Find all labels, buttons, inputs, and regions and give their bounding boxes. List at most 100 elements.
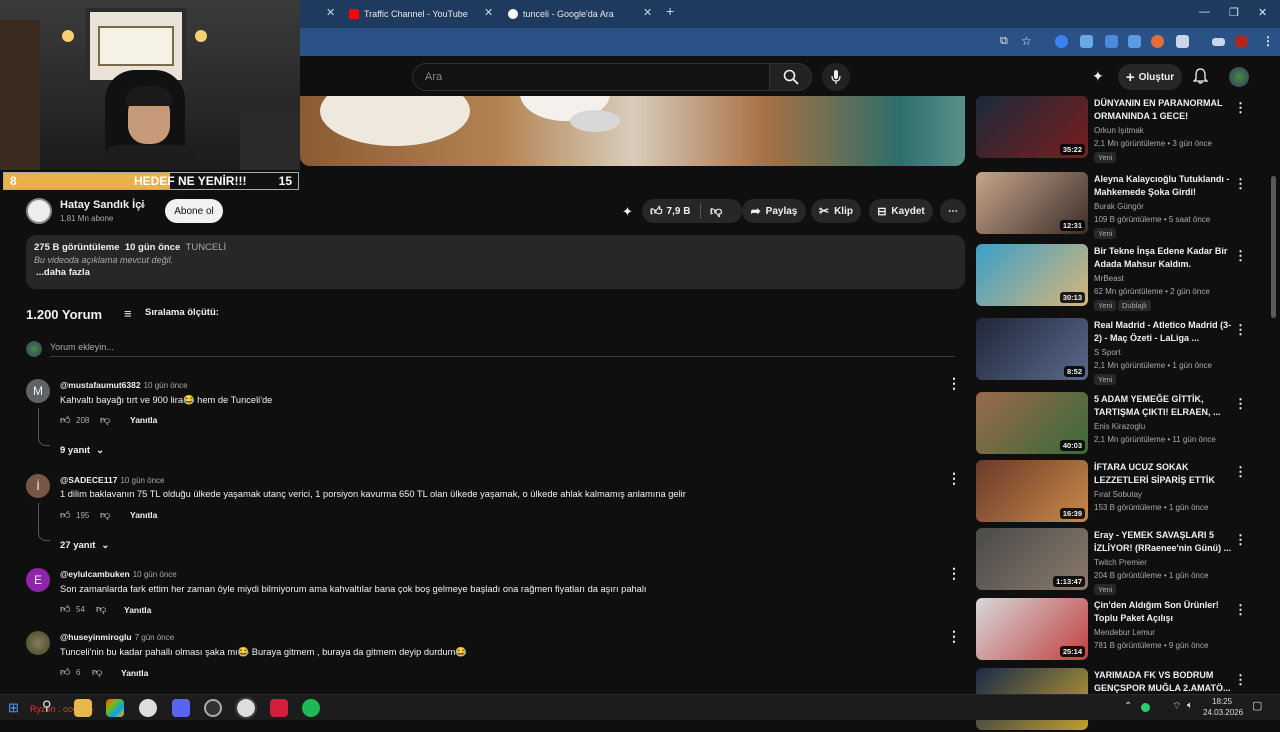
video-thumbnail[interactable]: 8:52 <box>976 318 1088 380</box>
video-thumbnail[interactable]: 30:13 <box>976 244 1088 306</box>
view-replies-button[interactable]: 27 yanıt ⌄ <box>60 540 109 551</box>
recommendation-item[interactable]: 16:39 İFTARA UCUZ SOKAK LEZZETLERİ SİPARİ… <box>976 460 1266 524</box>
share-button[interactable]: ➦ Paylaş <box>742 199 806 223</box>
comment-avatar[interactable]: İ <box>26 474 50 498</box>
comment-dislike-icon[interactable]: 👎︎ <box>96 603 106 615</box>
like-count[interactable]: 7,9 B <box>667 206 691 217</box>
file-explorer-icon[interactable] <box>74 699 92 717</box>
like-icon[interactable]: 👍︎ <box>650 204 663 219</box>
comment-like-icon[interactable]: 👍︎ <box>60 509 70 521</box>
comment-like-icon[interactable]: 👍︎ <box>60 666 70 678</box>
wifi-icon[interactable]: ⌔ <box>1172 700 1181 713</box>
video-title[interactable]: Çin'den Aldığım Son Ürünler! Toplu Paket… <box>1094 599 1234 625</box>
view-replies-button[interactable]: 9 yanıt ⌄ <box>60 445 104 456</box>
comment-time[interactable]: 10 gün önce <box>120 476 164 485</box>
comment-avatar[interactable]: E <box>26 568 50 592</box>
video-player[interactable] <box>300 96 965 166</box>
description-box[interactable]: 275 B görüntüleme 10 gün önce TUNCELİ Bu… <box>26 235 965 289</box>
video-menu-icon[interactable]: ⋮ <box>1234 322 1247 338</box>
reply-button[interactable]: Yanıtla <box>121 668 148 678</box>
comment-author[interactable]: @eylulcambuken <box>60 569 130 579</box>
clock-time[interactable]: 18:25 <box>1212 697 1232 706</box>
comment-avatar[interactable]: M <box>26 379 50 403</box>
video-channel[interactable]: MrBeast <box>1094 274 1124 283</box>
tab-google-search[interactable]: tunceli - Google'da Ara <box>508 4 614 24</box>
close-window-icon[interactable]: ✕ <box>1258 6 1267 19</box>
video-thumbnail[interactable]: 12:31 <box>976 172 1088 234</box>
reply-button[interactable]: Yanıtla <box>124 605 151 615</box>
dislike-icon[interactable]: 👎︎ <box>710 204 722 219</box>
reply-button[interactable]: Yanıtla <box>130 510 157 520</box>
close-tab-icon[interactable]: ✕ <box>326 6 335 19</box>
gift-icon[interactable]: ✦ <box>622 204 633 220</box>
page-scrollbar-thumb[interactable] <box>1271 176 1276 318</box>
recommendation-item[interactable]: 1:13:47 Eray - YEMEK SAVAŞLARI 5 İZLİYOR!… <box>976 528 1266 595</box>
restore-icon[interactable]: ❐ <box>1229 6 1239 19</box>
search-button[interactable] <box>770 63 812 91</box>
video-menu-icon[interactable]: ⋮ <box>1234 396 1247 412</box>
comment-time[interactable]: 10 gün önce <box>144 381 188 390</box>
video-menu-icon[interactable]: ⋮ <box>1234 464 1247 480</box>
tray-chevron-icon[interactable]: ⌃ <box>1124 701 1132 712</box>
hashtag-link[interactable]: TUNCELİ <box>186 242 227 253</box>
channel-name[interactable]: Hatay Sandık İçi <box>60 199 144 211</box>
video-title[interactable]: YARIMADA FK VS BODRUM GENÇSPOR MUĞLA 2.A… <box>1094 669 1234 695</box>
subscribe-button[interactable]: Abone ol <box>165 199 223 223</box>
video-thumbnail[interactable]: 1:13:47 <box>976 528 1088 590</box>
video-channel[interactable]: Twitch Premier <box>1094 558 1147 567</box>
volume-icon[interactable]: 🔈︎ <box>1187 700 1193 711</box>
add-comment-input[interactable]: Yorum ekleyin... <box>50 342 114 352</box>
windows-start-icon[interactable]: ⊞ <box>8 700 19 716</box>
reading-list-icon[interactable] <box>1212 38 1225 46</box>
recommendation-item[interactable]: 8:52 Real Madrid - Atletico Madrid (3-2) … <box>976 318 1266 385</box>
video-thumbnail[interactable]: 35:22 <box>976 96 1088 158</box>
video-thumbnail[interactable]: 16:39 <box>976 460 1088 522</box>
search-icon[interactable]: ⚲ <box>42 698 52 714</box>
notifications-bell-icon[interactable] <box>1193 68 1208 84</box>
bookmark-star-icon[interactable]: ☆ <box>1021 34 1032 48</box>
comment-dislike-icon[interactable]: 👎︎ <box>100 414 110 426</box>
video-title[interactable]: İFTARA UCUZ SOKAK LEZZETLERİ SİPARİŞ ETT… <box>1094 461 1234 487</box>
voice-search-button[interactable] <box>822 63 850 91</box>
new-tab-icon[interactable]: + <box>666 3 674 19</box>
extension-icon[interactable] <box>1055 35 1068 48</box>
tray-status-icon[interactable] <box>1141 703 1150 712</box>
video-thumbnail[interactable]: 40:03 <box>976 392 1088 454</box>
extension-icon[interactable] <box>1080 35 1093 48</box>
comment-author[interactable]: @SADECE117 <box>60 475 117 485</box>
browser-menu-icon[interactable]: ⋮ <box>1262 34 1274 48</box>
close-tab-icon[interactable]: ✕ <box>484 6 493 19</box>
youtube-studio-icon[interactable]: ✦ <box>1092 68 1104 85</box>
video-menu-icon[interactable]: ⋮ <box>1234 672 1247 688</box>
video-channel[interactable]: Enis Kirazoglu <box>1094 422 1145 431</box>
comment-time[interactable]: 7 gün önce <box>135 633 175 642</box>
comment-menu-icon[interactable]: ⋮ <box>947 629 961 643</box>
search-input[interactable]: Ara <box>412 63 770 91</box>
comment-menu-icon[interactable]: ⋮ <box>947 376 961 390</box>
discord-icon[interactable] <box>172 699 190 717</box>
puzzle-icon[interactable] <box>1176 35 1189 48</box>
comment-author[interactable]: @mustafaumut6382 <box>60 380 141 390</box>
chrome-icon[interactable] <box>139 699 157 717</box>
recommendation-item[interactable]: 30:13 Bir Tekne İnşa Edene Kadar Bir Adad… <box>976 244 1266 311</box>
store-icon[interactable] <box>106 699 124 717</box>
save-button[interactable]: ⊟ Kaydet <box>869 199 933 223</box>
comment-like-icon[interactable]: 👍︎ <box>60 603 70 615</box>
cast-icon[interactable]: ⧉ <box>1000 35 1008 48</box>
chrome-active-icon[interactable] <box>235 697 257 719</box>
comment-time[interactable]: 10 gün önce <box>133 570 177 579</box>
video-menu-icon[interactable]: ⋮ <box>1234 532 1247 548</box>
channel-avatar[interactable] <box>26 198 52 224</box>
video-title[interactable]: 5 ADAM YEMEĞE GİTTİK, TARTIŞMA ÇIKTI! EL… <box>1094 393 1234 419</box>
video-title[interactable]: Bir Tekne İnşa Edene Kadar Bir Adada Mah… <box>1094 245 1234 271</box>
video-title[interactable]: Eray - YEMEK SAVAŞLARI 5 İZLİYOR! (RRaen… <box>1094 529 1234 555</box>
video-menu-icon[interactable]: ⋮ <box>1234 602 1247 618</box>
video-channel[interactable]: Orkun Işıtmak <box>1094 126 1144 135</box>
account-avatar[interactable] <box>1229 67 1249 87</box>
comment-dislike-icon[interactable]: 👎︎ <box>100 509 110 521</box>
video-thumbnail[interactable]: 25:14 <box>976 598 1088 660</box>
tab-traffic-channel[interactable]: Traffic Channel - YouTube <box>349 4 468 24</box>
recommendation-item[interactable]: 25:14 Çin'den Aldığım Son Ürünler! Toplu … <box>976 598 1266 662</box>
comment-menu-icon[interactable]: ⋮ <box>947 471 961 485</box>
clock-date[interactable]: 24.03.2026 <box>1203 708 1243 717</box>
